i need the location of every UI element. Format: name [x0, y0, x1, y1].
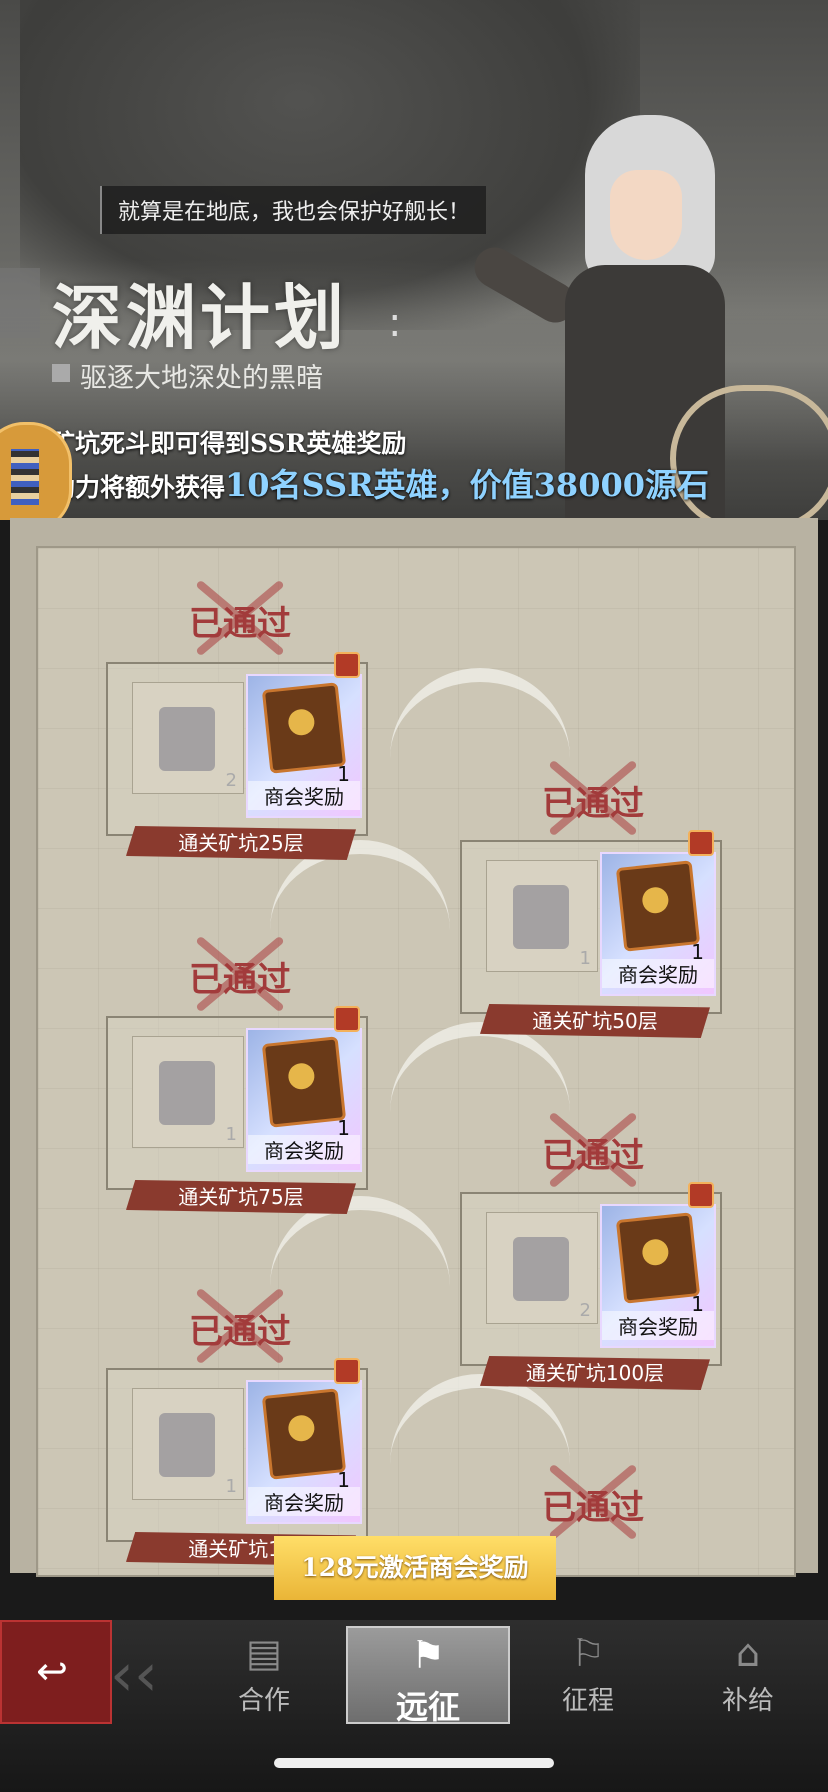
premium-reward-label: 商会奖励: [248, 1135, 360, 1164]
premium-reward-slot[interactable]: 1 商会奖励: [600, 1204, 716, 1348]
flag-icon: ⚑: [410, 1633, 446, 1677]
back-button[interactable]: ↩: [0, 1620, 112, 1724]
tab-journey[interactable]: ⚐ 征程: [528, 1626, 648, 1720]
free-reward-count: 2: [225, 770, 237, 791]
lock-icon: [688, 1182, 714, 1208]
premium-reward-slot[interactable]: 1 商会奖励: [246, 1380, 362, 1524]
free-reward-slot[interactable]: 1: [486, 860, 598, 972]
passed-stamp: 已通过: [175, 1276, 305, 1376]
hero-banner: 就算是在地底，我也会保护好舰长！ 深渊计划 : 驱逐大地深处的黑暗 通关矿坑死斗…: [0, 0, 828, 520]
milestone-node[interactable]: 2 1 商会奖励 通关矿坑25层: [106, 652, 368, 862]
event-title: 深渊计划: [52, 276, 348, 359]
passed-stamp-text: 已通过: [189, 604, 291, 644]
card-icon: [159, 707, 215, 771]
passed-stamp-text: 已通过: [542, 1136, 644, 1176]
free-reward-count: 2: [579, 1300, 591, 1321]
lock-icon: [334, 1006, 360, 1032]
milestone-ribbon: 通关矿坑100层: [480, 1356, 710, 1390]
lock-icon: [688, 830, 714, 856]
free-reward-count: 1: [225, 1476, 237, 1497]
promo-line-2: 商会助力将额外获得10名SSR英雄，价值38000源石: [0, 460, 709, 506]
tab-journey-label: 征程: [561, 1686, 614, 1716]
hero-book-icon: [261, 1036, 347, 1128]
premium-reward-label: 商会奖励: [248, 1487, 360, 1516]
milestone-node[interactable]: 1 1 商会奖励 通关矿坑50层: [460, 830, 722, 1040]
free-reward-slot[interactable]: 1: [132, 1036, 244, 1148]
passed-stamp: 已通过: [175, 924, 305, 1024]
tab-supply[interactable]: ⌂ 补给: [688, 1626, 808, 1720]
premium-reward-label: 商会奖励: [248, 781, 360, 810]
lock-icon: [334, 1358, 360, 1384]
milestone-label: 通关矿坑75层: [178, 1185, 304, 1209]
premium-reward-slot[interactable]: 1 商会奖励: [246, 1028, 362, 1172]
journey-icon: ⚐: [570, 1631, 606, 1675]
passed-stamp: 已通过: [528, 748, 658, 848]
milestone-label: 通关矿坑50层: [532, 1009, 658, 1033]
lock-icon: [334, 652, 360, 678]
tab-expedition-label: 远征: [395, 1688, 460, 1726]
passed-stamp-text: 已通过: [542, 1488, 644, 1528]
milestone-ribbon: 通关矿坑75层: [126, 1180, 356, 1214]
milestone-node[interactable]: 1 1 商会奖励 通关矿坑75层: [106, 1006, 368, 1216]
tab-cooperate[interactable]: ▤ 合作: [204, 1626, 324, 1720]
premium-reward-slot[interactable]: 1 商会奖励: [246, 674, 362, 818]
passed-stamp-text: 已通过: [189, 1312, 291, 1352]
hero-book-icon: [615, 1212, 701, 1304]
hero-book-icon: [261, 682, 347, 774]
chevron-decor: ‹‹: [110, 1640, 158, 1710]
milestone-ribbon: 通关矿坑25层: [126, 826, 356, 860]
event-subtitle: 驱逐大地深处的黑暗: [52, 356, 323, 395]
cooperate-icon: ▤: [246, 1631, 282, 1675]
event-subtitle-text: 驱逐大地深处的黑暗: [80, 363, 323, 394]
free-reward-slot[interactable]: 2: [486, 1212, 598, 1324]
free-reward-slot[interactable]: 1: [132, 1388, 244, 1500]
activate-merchant-reward-button[interactable]: 128元激活商会奖励: [274, 1536, 556, 1600]
home-indicator[interactable]: [274, 1758, 554, 1768]
hero-book-icon: [615, 860, 701, 952]
card-icon: [513, 1237, 569, 1301]
card-icon: [159, 1413, 215, 1477]
milestone-node[interactable]: 2 1 商会奖励 通关矿坑100层: [460, 1182, 722, 1392]
supply-icon: ⌂: [735, 1631, 761, 1675]
side-avatar-button[interactable]: [0, 422, 72, 520]
free-reward-slot[interactable]: 2: [132, 682, 244, 794]
free-reward-count: 1: [225, 1124, 237, 1145]
hero-book-icon: [261, 1388, 347, 1480]
tab-supply-label: 补给: [721, 1686, 774, 1716]
passed-stamp-text: 已通过: [189, 960, 291, 1000]
card-icon: [513, 885, 569, 949]
premium-reward-slot[interactable]: 1 商会奖励: [600, 852, 716, 996]
milestone-label: 通关矿坑100层: [525, 1361, 665, 1385]
premium-reward-label: 商会奖励: [602, 959, 714, 988]
passed-stamp: 已通过: [175, 568, 305, 668]
premium-reward-label: 商会奖励: [602, 1311, 714, 1340]
character-face: [610, 170, 682, 260]
title-colon-decor: :: [388, 300, 402, 346]
title-accent-bar: [0, 268, 40, 338]
card-icon: [159, 1061, 215, 1125]
speech-bubble: 就算是在地底，我也会保护好舰长！: [100, 186, 487, 234]
passed-stamp: 已通过: [528, 1100, 658, 1200]
back-arrow-icon: ↩: [36, 1649, 68, 1693]
passed-stamp-text: 已通过: [542, 784, 644, 824]
tab-expedition[interactable]: ⚑ 远征: [346, 1626, 510, 1726]
milestone-ribbon: 通关矿坑50层: [480, 1004, 710, 1038]
tab-cooperate-label: 合作: [237, 1686, 290, 1716]
free-reward-count: 1: [579, 948, 591, 969]
milestone-label: 通关矿坑25层: [178, 831, 304, 855]
promo-highlight: 10名SSR英雄，价值38000源石: [225, 466, 709, 504]
pixel-character-icon: [11, 449, 39, 505]
